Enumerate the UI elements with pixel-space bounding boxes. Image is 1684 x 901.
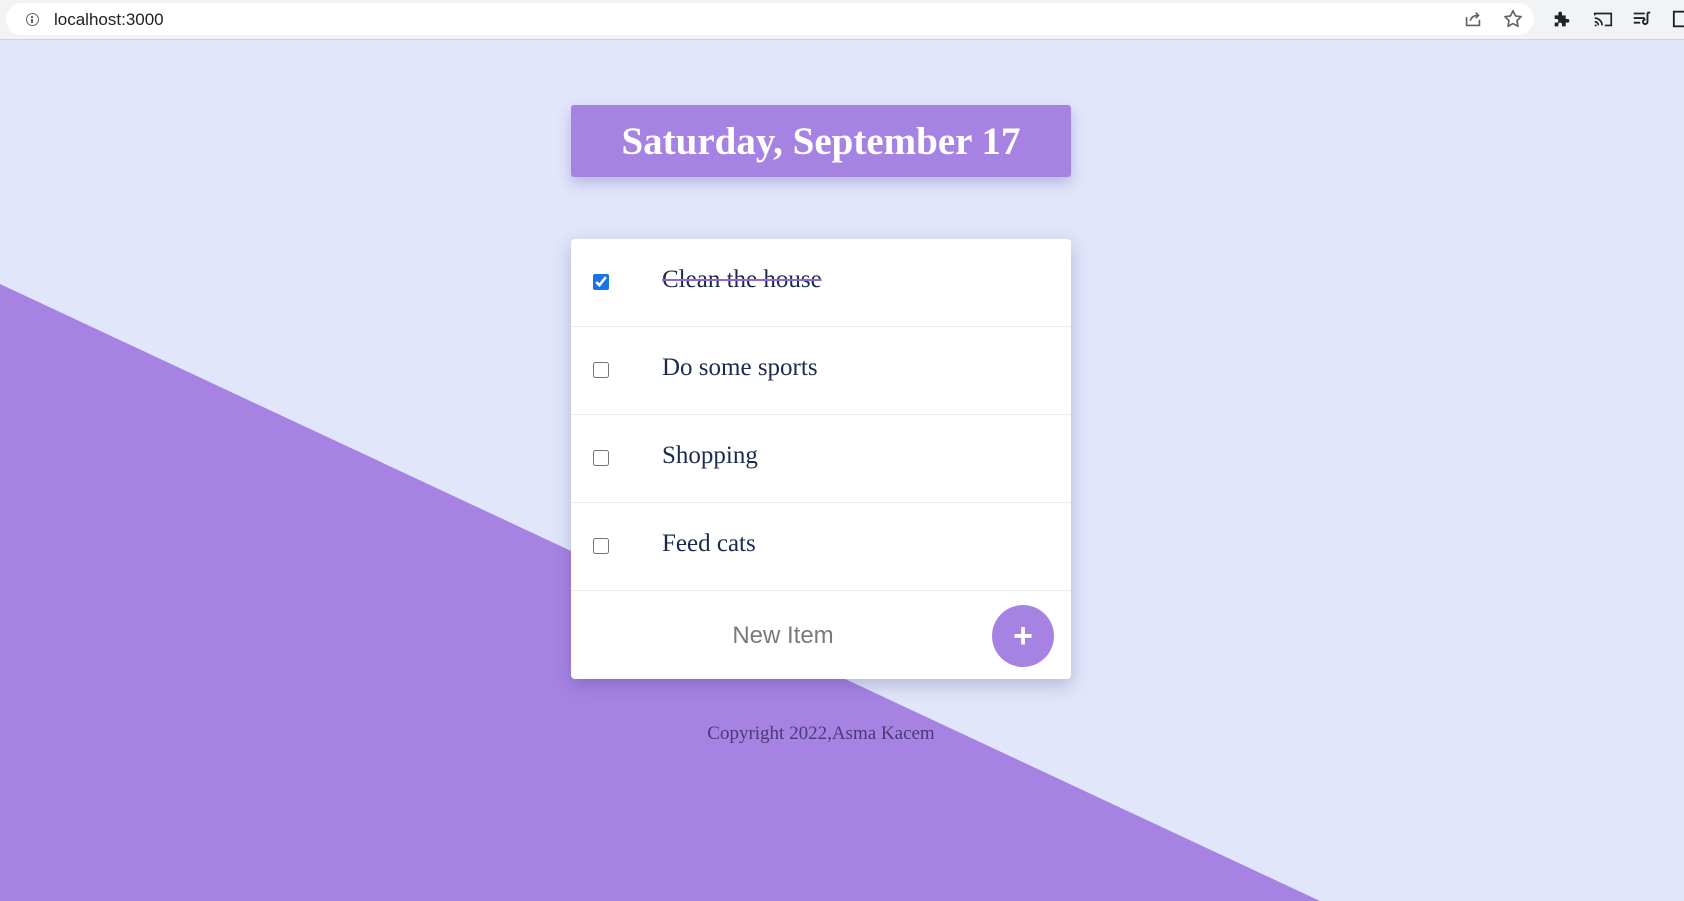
star-icon[interactable] (1502, 8, 1524, 30)
todo-item: Feed cats (571, 503, 1071, 591)
todo-checkbox[interactable] (593, 450, 609, 466)
todo-checkbox[interactable] (593, 362, 609, 378)
todo-text: Shopping (662, 442, 758, 469)
page: Saturday, September 17 Clean the house D… (0, 40, 1684, 901)
side-panel-icon[interactable] (1672, 8, 1684, 30)
share-icon[interactable] (1462, 8, 1484, 30)
todo-text: Do some sports (662, 354, 818, 381)
new-item-form: + (571, 591, 1071, 679)
page-title: Saturday, September 17 (621, 119, 1021, 163)
extensions-icon[interactable] (1551, 8, 1573, 30)
media-queue-icon[interactable] (1631, 8, 1653, 30)
todo-item: Shopping (571, 415, 1071, 503)
todo-list: Clean the house Do some sports Shopping … (571, 239, 1071, 679)
url-text[interactable]: localhost:3000 (54, 10, 164, 30)
copyright-footer: Copyright 2022,Asma Kacem (707, 723, 935, 744)
cast-icon[interactable] (1592, 8, 1614, 30)
todo-checkbox[interactable] (593, 274, 609, 290)
todo-checkbox[interactable] (593, 538, 609, 554)
todo-text: Feed cats (662, 530, 756, 557)
add-item-button[interactable]: + (992, 605, 1054, 667)
date-header: Saturday, September 17 (571, 105, 1071, 177)
new-item-input[interactable] (631, 609, 935, 663)
address-bar[interactable]: localhost:3000 (6, 3, 1534, 35)
todo-text: Clean the house (662, 266, 822, 293)
todo-item: Do some sports (571, 327, 1071, 415)
todo-item: Clean the house (571, 239, 1071, 327)
info-icon[interactable] (26, 13, 39, 26)
browser-toolbar: localhost:3000 (0, 0, 1684, 40)
